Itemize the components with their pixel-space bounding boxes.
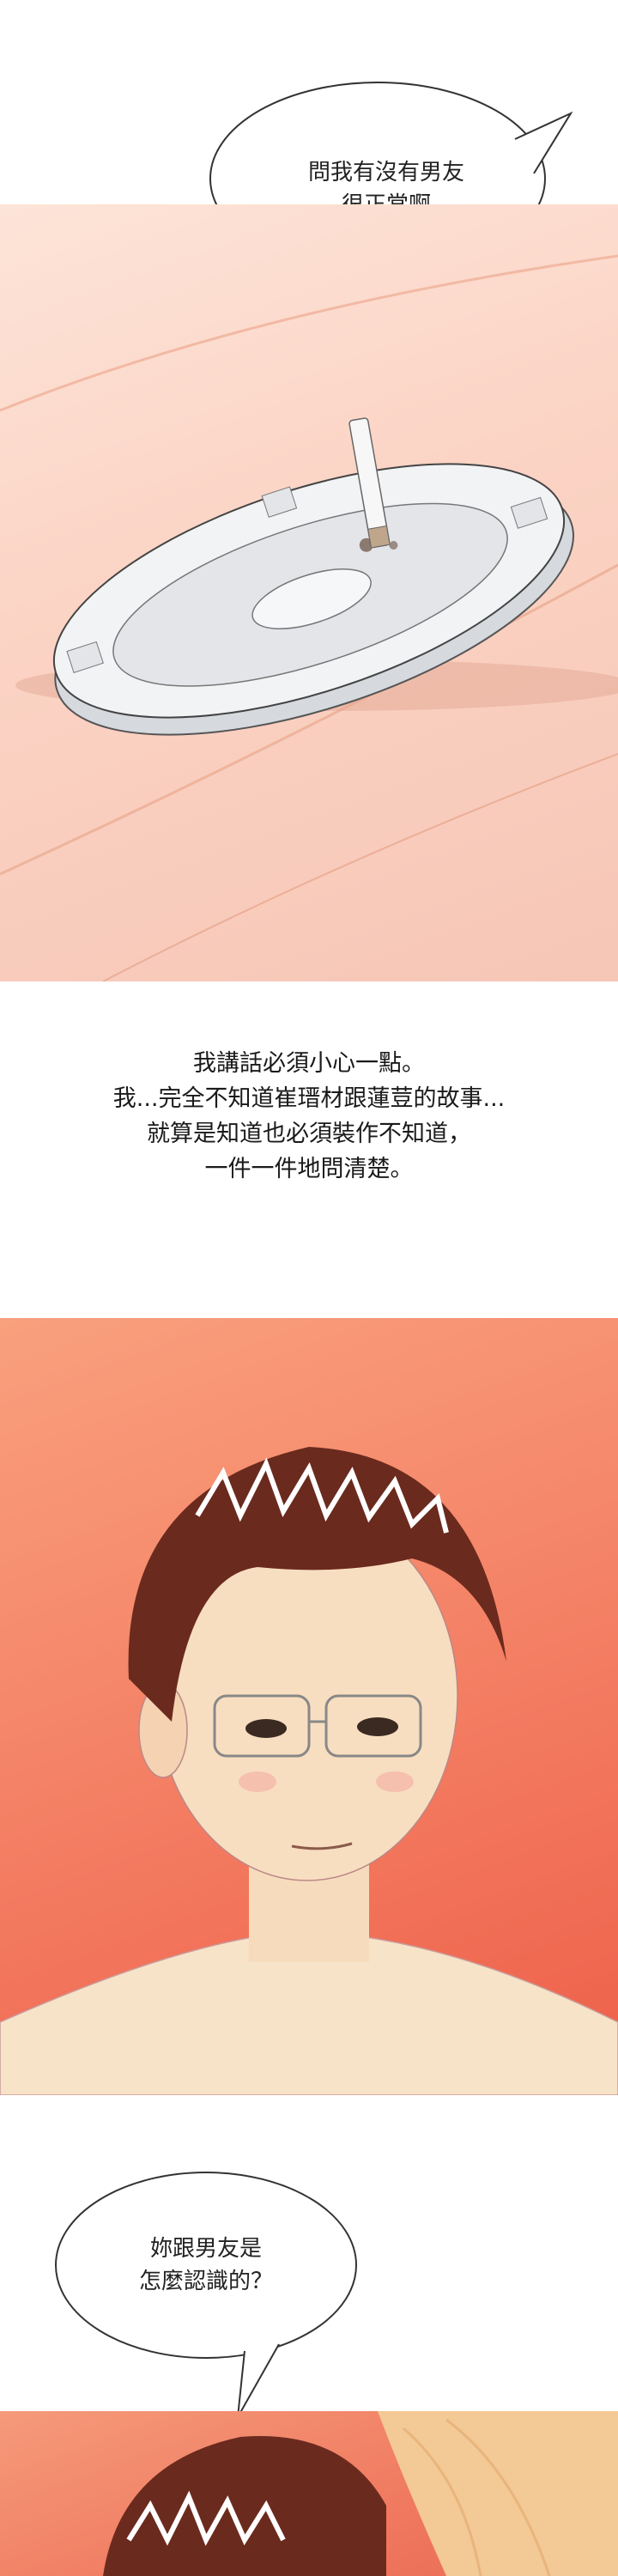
speech-line: 問我有沒有男友 [307,160,464,185]
ashtray-illustration [0,254,618,981]
speech-line: 妳跟男友是 [149,2236,262,2262]
panel-bottom [0,2411,618,2576]
narration-line: 就算是知道也必須裝作不知道， [147,1121,471,1147]
narration-line: 我講話必須小心一點。 [193,1050,425,1077]
speech-line: 怎麼認識的？ [138,2269,273,2294]
panel-man-glasses [0,1318,618,2095]
man-illustration [0,1447,618,2095]
narration-text: 我講話必須小心一點。 我...完全不知道崔瑨材跟蓮荳的故事... 就算是知道也必… [0,1046,618,1187]
bottom-illustration [103,2411,618,2576]
narration-line: 我...完全不知道崔瑨材跟蓮荳的故事... [112,1085,506,1112]
narration-line: 一件一件地問清楚。 [204,1156,414,1182]
speech-bubble-bottom-text: 妳跟男友是 怎麼認識的？ [47,2233,365,2298]
speech-bubble-bottom: 妳跟男友是 怎麼認識的？ [47,2164,365,2421]
panel-ashtray [0,204,618,981]
